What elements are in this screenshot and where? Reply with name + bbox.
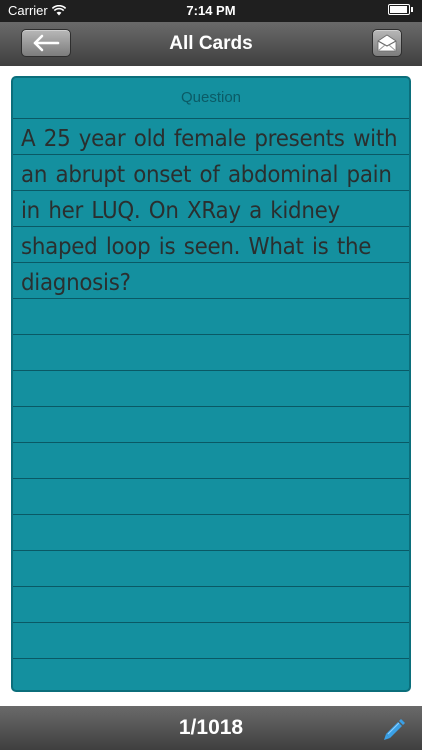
battery-body [388,4,410,15]
bottom-toolbar: 1/1018 [0,706,422,750]
navigation-bar: All Cards [0,22,422,66]
flash-card[interactable]: Question A 25 year old female presents w… [11,76,411,692]
card-body: A 25 year old female presents with an ab… [13,119,409,690]
question-text: A 25 year old female presents with an ab… [21,126,398,296]
page-title: All Cards [169,33,253,54]
battery-tip [411,7,413,12]
envelope-icon [377,34,397,52]
pencil-icon [384,719,405,740]
mail-button[interactable] [372,29,402,57]
card-header: Question [13,78,409,119]
status-bar: Carrier 7:14 PM [0,0,422,22]
status-time: 7:14 PM [186,3,236,18]
screen: Carrier 7:14 PM All Cards Question A 25 … [0,0,422,750]
card-counter: 1/1018 [178,716,244,739]
battery-icon [388,4,414,16]
edit-button[interactable] [380,715,408,743]
